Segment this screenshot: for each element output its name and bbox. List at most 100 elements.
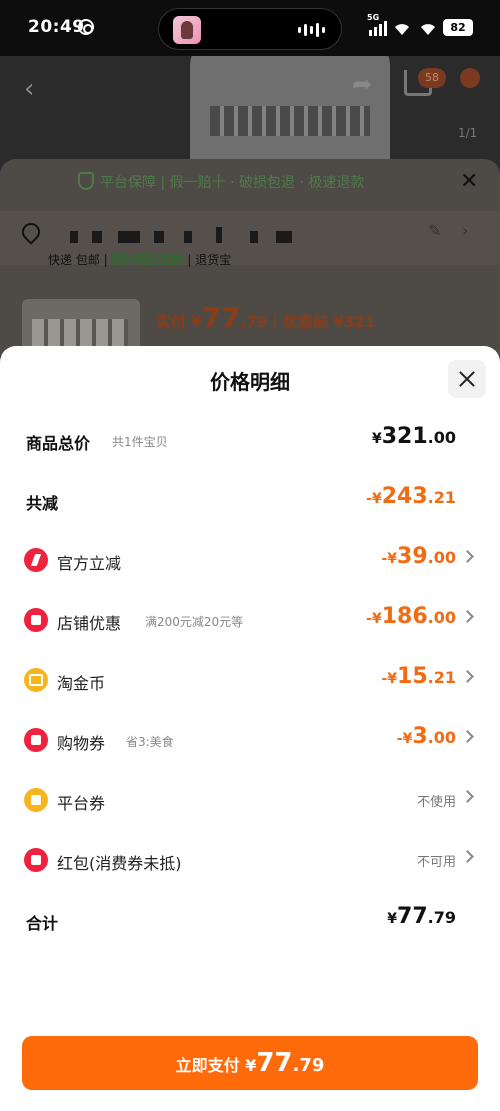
- chevron-right-icon: [461, 610, 474, 623]
- masked-address: [92, 231, 102, 243]
- row-label: 平台券: [57, 794, 106, 813]
- chevron-right-icon: [461, 550, 474, 563]
- pay-dec: .79: [292, 1055, 325, 1076]
- chevron-right-icon: ›: [462, 221, 469, 240]
- value-int: 3: [412, 724, 428, 749]
- value-dec: .00: [427, 728, 456, 747]
- value-yen: -¥: [381, 671, 398, 687]
- row-value: 不可用: [416, 855, 456, 870]
- background-product-page: ‹ ➦ 58 1/1 平台保障 | 假一赔十 · 破损包退 · 极速退款 ✕ ✎…: [0, 56, 500, 356]
- value-yen: -¥: [396, 731, 413, 747]
- row-value: -¥186.00: [366, 604, 456, 629]
- shipping-eta: 预计明天发货: [111, 253, 184, 267]
- value-int: 39: [397, 544, 428, 569]
- bolt-icon: [24, 548, 48, 572]
- signal-icon: [369, 21, 387, 36]
- value-yen: -¥: [366, 491, 382, 507]
- modal-title: 价格明细: [210, 370, 290, 394]
- price-int: 77: [201, 301, 241, 334]
- background-order-sheet: 平台保障 | 假一赔十 · 破损包退 · 极速退款 ✕ ✎ › 快递 包邮 | …: [0, 159, 500, 356]
- row-label: 合计: [26, 914, 59, 933]
- value-int: 321: [381, 424, 428, 449]
- guarantee-text: 平台保障 | 假一赔十 · 破损包退 · 极速退款: [100, 175, 365, 191]
- row-shopping-voucher[interactable]: 购物券 省3:美食 -¥3.00: [0, 720, 500, 760]
- image-page-indicator: 1/1: [458, 126, 478, 140]
- row-label: 商品总价: [26, 434, 91, 453]
- pay-now-button[interactable]: 立即支付 ¥77.79: [22, 1036, 478, 1090]
- row-label: 淘金币: [57, 674, 106, 693]
- back-icon: ‹: [24, 74, 35, 104]
- close-icon: ✕: [460, 169, 479, 194]
- actual-pay-label: 实付: [156, 313, 187, 331]
- shipping-info: 快递 包邮 | 预计明天发货 | 退货宝: [48, 253, 232, 267]
- chevron-right-icon: [461, 730, 474, 743]
- value-dec: .00: [427, 608, 456, 627]
- value-int: 186: [381, 604, 428, 629]
- row-value: -¥39.00: [381, 544, 456, 569]
- status-time: 20:49: [28, 17, 85, 37]
- row-value: -¥15.21: [381, 664, 456, 689]
- row-label: 官方立减: [57, 554, 122, 573]
- shipping-return: 退货宝: [195, 253, 232, 267]
- pay-label: 立即支付: [175, 1056, 240, 1075]
- music-cover-icon: [173, 16, 201, 44]
- row-official-discount[interactable]: 官方立减 -¥39.00: [0, 540, 500, 580]
- original-price: | 优惠前 ¥321: [272, 313, 376, 331]
- row-label: 店铺优惠: [57, 614, 122, 633]
- shield-icon: [78, 172, 94, 190]
- row-value: ¥321.00: [372, 424, 456, 449]
- status-bar: 20:49 5G 82: [0, 0, 500, 56]
- chevron-right-icon: [461, 790, 474, 803]
- row-store-discount[interactable]: 店铺优惠 满200元减20元等 -¥186.00: [0, 600, 500, 640]
- masked-address: [118, 231, 140, 243]
- sync-icon: [78, 19, 94, 35]
- pay-int: 77: [256, 1048, 293, 1078]
- masked-address: [184, 231, 192, 243]
- coupon-icon: [24, 788, 48, 812]
- value-yen: ¥: [371, 431, 382, 447]
- masked-address: [276, 231, 292, 243]
- audio-wave-icon: [298, 23, 325, 37]
- value-int: 15: [397, 664, 428, 689]
- gold-coin-icon: [24, 668, 48, 692]
- row-total-goods: 商品总价 共1件宝贝 ¥321.00: [0, 420, 500, 460]
- chevron-right-icon: [461, 670, 474, 683]
- value-dec: .00: [427, 548, 456, 567]
- masked-address: [70, 231, 78, 243]
- row-label: 红包(消费券未抵): [57, 854, 182, 873]
- wifi-icon: [421, 24, 435, 35]
- row-label: 共减: [26, 494, 59, 513]
- wifi-icon: [395, 24, 409, 35]
- close-button[interactable]: [448, 360, 486, 398]
- row-total-discount: 共减 -¥243.21: [0, 480, 500, 520]
- chevron-right-icon: [461, 850, 474, 863]
- row-sub: 省3:美食: [126, 735, 174, 749]
- cart-badge: 58: [418, 68, 446, 88]
- edit-icon: ✎: [428, 221, 442, 240]
- value-yen: -¥: [366, 611, 382, 627]
- row-value: ¥77.79: [387, 904, 456, 929]
- value-int: 243: [381, 484, 428, 509]
- row-platform-coupon[interactable]: 平台券 不使用: [0, 780, 500, 820]
- ticket-icon: [24, 728, 48, 752]
- row-grand-total: 合计 ¥77.79: [0, 900, 500, 940]
- shipping-express: 快递 包邮: [48, 253, 100, 267]
- store-icon: [24, 608, 48, 632]
- battery-icon: 82: [443, 19, 473, 36]
- row-sub: 共1件宝贝: [112, 435, 168, 449]
- value-yen: ¥: [387, 911, 398, 927]
- row-sub: 满200元减20元等: [145, 615, 244, 629]
- value-yen: -¥: [381, 551, 398, 567]
- row-value: -¥243.21: [366, 484, 456, 509]
- value-dec: .21: [427, 488, 456, 507]
- value-dec: .79: [427, 908, 456, 927]
- value-dec: .00: [427, 428, 456, 447]
- masked-address: [250, 231, 258, 243]
- dynamic-island[interactable]: [158, 8, 342, 50]
- more-badge: [460, 68, 480, 88]
- share-icon: ➦: [352, 70, 373, 98]
- background-price: 实付 ¥77.79 | 优惠前 ¥321: [156, 301, 375, 334]
- row-gold-coin[interactable]: 淘金币 -¥15.21: [0, 660, 500, 700]
- pay-yen: ¥: [245, 1056, 257, 1075]
- row-red-packet[interactable]: 红包(消费券未抵) 不可用: [0, 840, 500, 880]
